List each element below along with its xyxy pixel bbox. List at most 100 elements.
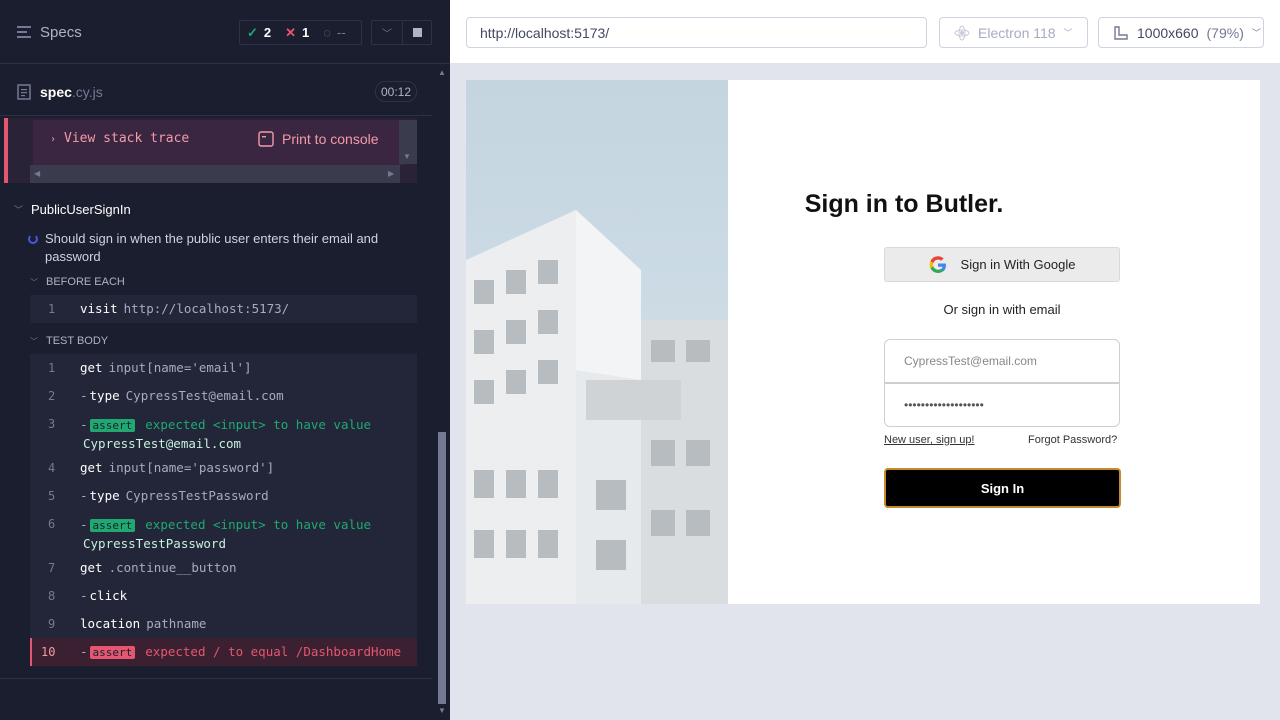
test-title[interactable]: Should sign in when the public user ente…: [28, 230, 408, 266]
command-row-failed[interactable]: 10 - assert expected / to equal /Dashboard…: [30, 638, 417, 666]
spec-name: spec: [40, 84, 72, 100]
google-signin-button[interactable]: Sign in With Google: [884, 247, 1120, 282]
chevron-down-icon: ﹀: [1251, 28, 1261, 38]
url-bar[interactable]: http://localhost:5173/: [466, 17, 927, 48]
specs-label[interactable]: Specs: [40, 24, 82, 41]
assert-value: CypressTest@email.com: [83, 436, 242, 451]
command-line: - type CypressTestPassword: [80, 488, 269, 503]
signin-button[interactable]: Sign In: [884, 468, 1121, 508]
forgot-password-link[interactable]: Forgot Password?: [1028, 434, 1117, 446]
viewport-zoom: (79%): [1206, 24, 1244, 41]
test-title-text: Should sign in when the public user ente…: [45, 231, 379, 264]
command-line: get .continue__button: [80, 560, 237, 575]
error-horizontal-scrollbar[interactable]: ◀ ▶: [30, 165, 400, 183]
print-label: Print to console: [282, 131, 379, 147]
failed-stat: ✕ 1: [285, 24, 310, 41]
suite-name: PublicUserSignIn: [31, 202, 131, 217]
command-name: get: [80, 360, 103, 375]
command-arg: CypressTest@email.com: [125, 388, 284, 403]
browser-selector[interactable]: Electron 118 ﹀: [939, 17, 1088, 48]
command-line: - assert expected <input> to have value Cyp…: [80, 516, 410, 553]
view-stack-trace-link[interactable]: › View stack trace: [50, 131, 189, 146]
chevron-down-icon: ﹀: [382, 29, 392, 40]
assert-badge: assert: [89, 519, 136, 532]
scroll-right-icon: ▶: [388, 169, 395, 178]
command-name: location: [80, 616, 141, 631]
assert-badge: assert: [89, 419, 136, 432]
suite-title[interactable]: ﹀ PublicUserSignIn: [14, 202, 131, 217]
assert-message: expected <input> to have value: [145, 517, 372, 532]
chevron-right-icon: ›: [50, 134, 57, 145]
command-line: - assert expected / to equal /DashboardHom…: [80, 644, 401, 659]
command-row[interactable]: 4 get input[name='password']: [30, 454, 417, 482]
command-number: 7: [48, 561, 56, 575]
command-arg: CypressTestPassword: [125, 488, 269, 503]
command-row[interactable]: 1 get input[name='email']: [30, 354, 417, 382]
file-icon: [17, 84, 31, 100]
command-arg: .continue__button: [108, 560, 237, 575]
command-number: 3: [48, 417, 56, 431]
assert-message: expected <input> to have value: [145, 417, 372, 432]
google-icon: [929, 255, 946, 273]
spec-extension: .cy.js: [71, 84, 103, 100]
error-vertical-scrollbar[interactable]: ▼: [399, 120, 417, 164]
scroll-up-icon[interactable]: ▲: [438, 68, 446, 77]
command-row[interactable]: 8 - click: [30, 582, 417, 610]
command-line: visit http://localhost:5173/: [80, 301, 289, 316]
passed-stat: ✓ 2: [247, 24, 272, 41]
command-row[interactable]: 2 - type CypressTest@email.com: [30, 382, 417, 410]
chevron-down-icon: ﹀: [30, 277, 38, 287]
ruler-icon: [1114, 25, 1128, 40]
command-number: 5: [48, 489, 56, 503]
before-each-hook[interactable]: ﹀ BEFORE EACH: [30, 276, 125, 288]
command-line: location pathname: [80, 616, 206, 631]
command-arg: http://localhost:5173/: [123, 301, 290, 316]
specs-list-icon[interactable]: [17, 26, 31, 38]
command-row[interactable]: 6 - assert expected <input> to have value C…: [30, 510, 417, 554]
command-line: - type CypressTest@email.com: [80, 388, 284, 403]
child-dash: -: [80, 417, 88, 432]
child-dash: -: [80, 588, 88, 603]
electron-icon: [954, 25, 970, 40]
scrollbar-thumb[interactable]: [438, 432, 446, 704]
command-row[interactable]: 5 - type CypressTestPassword: [30, 482, 417, 510]
before-each-label: BEFORE EACH: [46, 276, 125, 288]
building-illustration: [466, 210, 728, 604]
command-number: 6: [48, 517, 56, 531]
reporter-header: Specs ✓ 2 ✕ 1 ◌ -- ﹀: [0, 0, 450, 64]
command-number: 1: [48, 361, 56, 375]
command-row[interactable]: 9 location pathname: [30, 610, 417, 638]
command-row[interactable]: 3 - assert expected <input> to have value C…: [30, 410, 417, 454]
expand-button[interactable]: ﹀: [371, 20, 403, 45]
command-name: visit: [80, 301, 118, 316]
signup-link[interactable]: New user, sign up!: [884, 434, 975, 446]
command-row[interactable]: 7 get .continue__button: [30, 554, 417, 582]
command-arg: input[name='password']: [108, 460, 275, 475]
google-label: Sign in With Google: [960, 257, 1076, 272]
test-body-label: TEST BODY: [46, 335, 109, 347]
command-line: get input[name='password']: [80, 460, 274, 475]
console-icon: [258, 131, 274, 147]
command-name: click: [89, 588, 128, 603]
scroll-down-icon[interactable]: ▼: [438, 706, 446, 715]
app-under-test: Sign in to Butler. Sign in With Google O…: [466, 80, 1260, 604]
child-dash: -: [80, 388, 88, 403]
viewport-selector[interactable]: 1000x660 (79%) ﹀: [1098, 17, 1264, 48]
viewport-size: 1000x660: [1137, 24, 1199, 41]
command-name: get: [80, 560, 103, 575]
command-number: 10: [41, 645, 56, 659]
test-body-hook[interactable]: ﹀ TEST BODY: [30, 335, 108, 347]
command-line: - assert expected <input> to have value Cyp…: [80, 416, 410, 453]
command-row[interactable]: 1 visit http://localhost:5173/: [30, 295, 417, 323]
running-spinner-icon: [28, 234, 38, 244]
spinner-icon: ◌: [323, 25, 332, 40]
assert-message: expected / to equal /DashboardHome: [145, 644, 402, 659]
assert-value: CypressTestPassword: [83, 536, 226, 551]
x-icon: ✕: [285, 24, 297, 40]
email-field[interactable]: CypressTest@email.com: [884, 339, 1120, 383]
chevron-down-icon: ﹀: [14, 205, 24, 215]
signin-heading: Sign in to Butler.: [804, 190, 1004, 218]
print-to-console-button[interactable]: Print to console: [258, 131, 379, 147]
stop-button[interactable]: [402, 20, 432, 45]
password-field[interactable]: •••••••••••••••••••: [884, 383, 1120, 427]
